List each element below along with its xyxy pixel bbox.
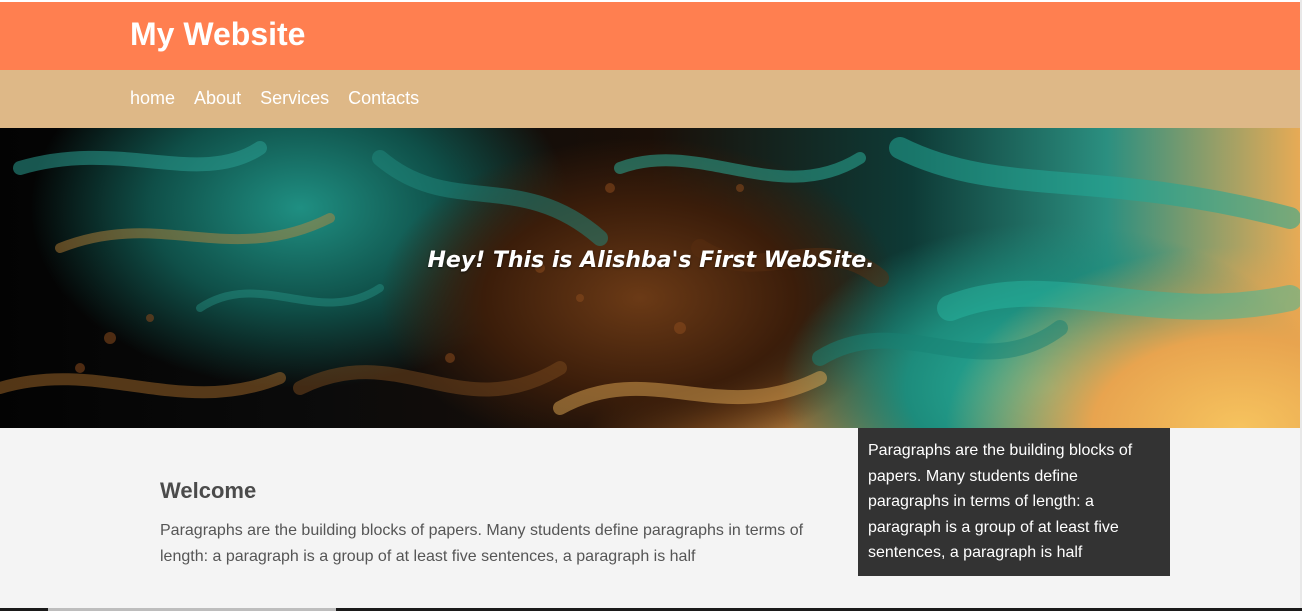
hero-heading: Hey! This is Alishba's First WebSite. xyxy=(427,248,875,273)
sidebar-paragraph: Paragraphs are the building blocks of pa… xyxy=(868,442,1133,561)
fractal-background-image xyxy=(0,137,1302,415)
main-nav: home About Services Contacts xyxy=(0,70,1302,128)
welcome-heading: Welcome xyxy=(160,478,257,503)
nav-link-services[interactable]: Services xyxy=(260,88,329,109)
welcome-paragraph: Paragraphs are the building blocks of pa… xyxy=(160,522,804,565)
nav-link-home[interactable]: home xyxy=(130,88,175,109)
sidebar-box: Paragraphs are the building blocks of pa… xyxy=(858,428,1170,576)
site-header: My Website xyxy=(0,2,1302,70)
nav-link-contacts[interactable]: Contacts xyxy=(348,88,419,109)
hero-banner: Hey! This is Alishba's First WebSite. xyxy=(0,128,1302,428)
nav-list: home About Services Contacts xyxy=(130,88,438,109)
nav-link-about[interactable]: About xyxy=(194,88,241,109)
page: My Website home About Services Contacts xyxy=(0,0,1302,611)
site-title[interactable]: My Website xyxy=(130,16,305,53)
main-column: Welcome Paragraphs are the building bloc… xyxy=(160,478,840,570)
